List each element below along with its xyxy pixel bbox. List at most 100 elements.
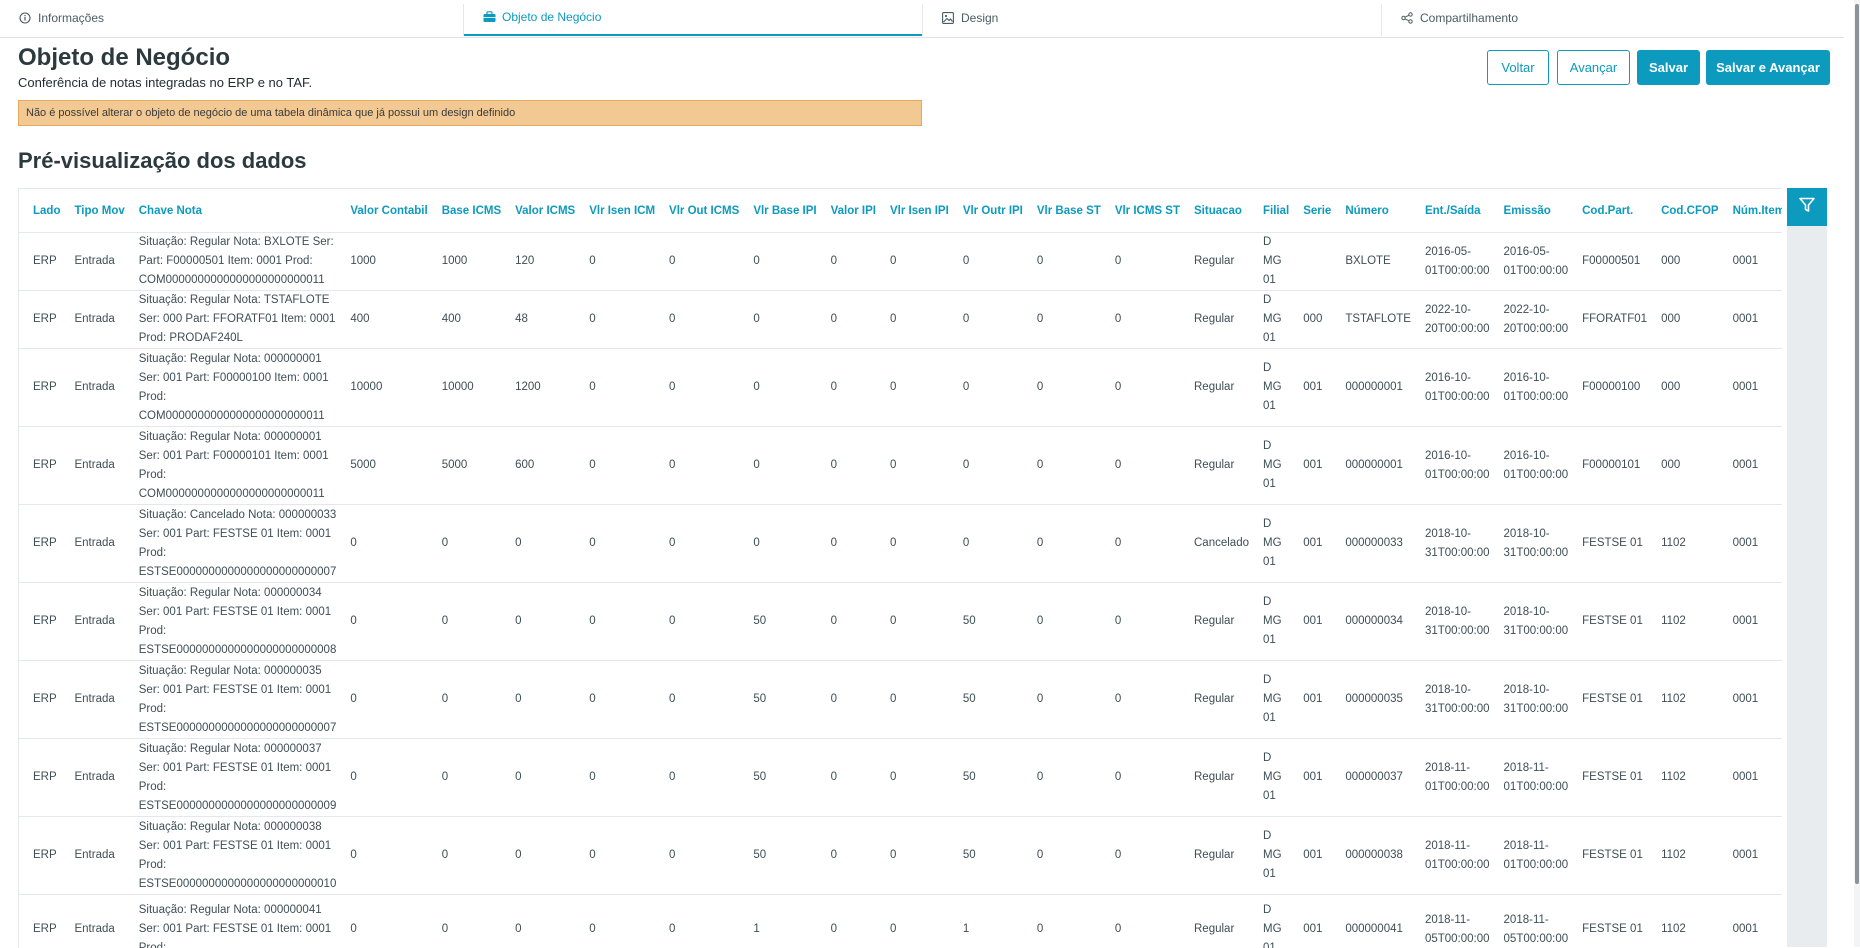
cell-line: MG [1263,456,1289,475]
table-row[interactable]: ERPEntradaSituação: Regular Nota: 000000… [19,817,1782,895]
save-and-next-button[interactable]: Salvar e Avançar [1706,50,1830,85]
table-row[interactable]: ERPEntradaSituação: Regular Nota: 000000… [19,739,1782,817]
table-cell: 0 [1023,817,1101,895]
table-cell: DMG01 [1249,895,1289,948]
table-cell: 0 [949,505,1023,583]
column-header[interactable]: Vlr Base IPI [739,189,816,233]
column-header[interactable]: Vlr Outr IPI [949,189,1023,233]
table-cell: 0 [336,583,427,661]
table-cell: 2018-11-01T00:00:00 [1411,817,1490,895]
column-header[interactable]: Chave Nota [125,189,337,233]
table-cell: 2016-05-01T00:00:00 [1411,233,1490,291]
tab-compartilhamento[interactable]: Compartilhamento [1382,0,1844,36]
table-cell: Regular [1180,817,1249,895]
table-row[interactable]: ERPEntradaSituação: Regular Nota: BXLOTE… [19,233,1782,291]
column-header[interactable]: Vlr ICMS ST [1101,189,1180,233]
page-scrollbar-thumb[interactable] [1855,4,1859,884]
table-cell: ERP [19,895,60,948]
table-cell: Regular [1180,661,1249,739]
tab-objeto-de-negocio[interactable]: Objeto de Negócio [464,0,922,36]
table-cell: 001 [1289,739,1331,817]
table-cell: F00000100 [1568,349,1647,427]
table-cell: 0 [428,661,501,739]
cell-line: Situação: Regular Nota: 000000035 [139,662,337,681]
table-cell: 000 [1647,233,1719,291]
table-cell: ERP [19,427,60,505]
cell-line: 20T00:00:00 [1504,320,1569,339]
table-row[interactable]: ERPEntradaSituação: Regular Nota: 000000… [19,895,1782,948]
column-header[interactable]: Valor IPI [817,189,876,233]
column-header[interactable]: Situacao [1180,189,1249,233]
cell-line: 01T00:00:00 [1425,466,1490,485]
cell-line: Prod: [139,700,337,719]
table-row[interactable]: ERPEntradaSituação: Regular Nota: 000000… [19,661,1782,739]
cell-line: D [1263,233,1289,252]
grid-scrollbar[interactable] [1787,226,1827,947]
cell-line: D [1263,827,1289,846]
column-header[interactable]: Vlr Out ICMS [655,189,739,233]
table-cell: 0 [501,661,575,739]
cell-line: Prod: [139,856,337,875]
table-cell: 0 [655,233,739,291]
table-cell: 0 [949,427,1023,505]
next-button[interactable]: Avançar [1557,50,1630,85]
column-header[interactable]: Cod.Part. [1568,189,1647,233]
cell-line: 2016-10- [1504,447,1569,466]
table-cell: 0001 [1719,817,1782,895]
table-cell: 0 [817,583,876,661]
table-cell: 2018-10-31T00:00:00 [1490,505,1569,583]
tab-informacoes[interactable]: Informações [0,0,463,36]
cell-line: 01 [1263,787,1289,806]
table-cell: Entrada [60,349,124,427]
column-header[interactable]: Base ICMS [428,189,501,233]
cell-line: 01 [1263,709,1289,728]
column-header[interactable]: Valor Contabil [336,189,427,233]
column-header[interactable]: Lado [19,189,60,233]
table-cell: 0 [336,895,427,948]
back-button[interactable]: Voltar [1487,50,1549,85]
table-row[interactable]: ERPEntradaSituação: Cancelado Nota: 0000… [19,505,1782,583]
column-header[interactable]: Vlr Isen IPI [876,189,949,233]
table-cell: 0 [817,661,876,739]
table-cell: 0 [817,427,876,505]
table-cell: Entrada [60,583,124,661]
table-cell: 2016-10-01T00:00:00 [1490,349,1569,427]
table-cell: 0 [655,427,739,505]
table-row[interactable]: ERPEntradaSituação: Regular Nota: TSTAFL… [19,291,1782,349]
table-row[interactable]: ERPEntradaSituação: Regular Nota: 000000… [19,583,1782,661]
table-cell: 1000 [428,233,501,291]
table-cell: 0 [428,817,501,895]
cell-line: Ser: 001 Part: FESTSE 01 Item: 0001 [139,525,337,544]
column-header[interactable]: Núm.Item [1719,189,1782,233]
column-header[interactable]: Serie [1289,189,1331,233]
table-row[interactable]: ERPEntradaSituação: Regular Nota: 000000… [19,427,1782,505]
table-cell: 0 [501,817,575,895]
tab-design[interactable]: Design [923,0,1381,36]
table-cell: 0 [575,661,655,739]
table-cell: 120 [501,233,575,291]
column-header[interactable]: Ent./Saída [1411,189,1490,233]
table-cell: 0 [655,739,739,817]
save-button[interactable]: Salvar [1637,50,1700,85]
table-row[interactable]: ERPEntradaSituação: Regular Nota: 000000… [19,349,1782,427]
cell-line: ESTSE0000000000000000000000007 [139,719,337,738]
table-cell: FESTSE 01 [1568,505,1647,583]
column-header[interactable]: Cod.CFOP [1647,189,1719,233]
table-cell: 2018-11-01T00:00:00 [1490,817,1569,895]
cell-line: Ser: 001 Part: FESTSE 01 Item: 0001 [139,920,337,939]
cell-line: 01T00:00:00 [1425,388,1490,407]
column-header[interactable]: Vlr Base ST [1023,189,1101,233]
table-cell: 0 [1023,739,1101,817]
cell-line: 2022-10- [1425,301,1490,320]
table-cell: 0 [655,895,739,948]
column-header[interactable]: Vlr Isen ICM [575,189,655,233]
column-header[interactable]: Tipo Mov [60,189,124,233]
column-header[interactable]: Número [1331,189,1411,233]
table-cell: 0 [336,505,427,583]
table-cell: DMG01 [1249,291,1289,349]
column-header[interactable]: Emissão [1490,189,1569,233]
column-header[interactable]: Filial [1249,189,1289,233]
filter-button[interactable] [1787,188,1827,226]
column-header[interactable]: Valor ICMS [501,189,575,233]
table-cell: 0 [949,233,1023,291]
